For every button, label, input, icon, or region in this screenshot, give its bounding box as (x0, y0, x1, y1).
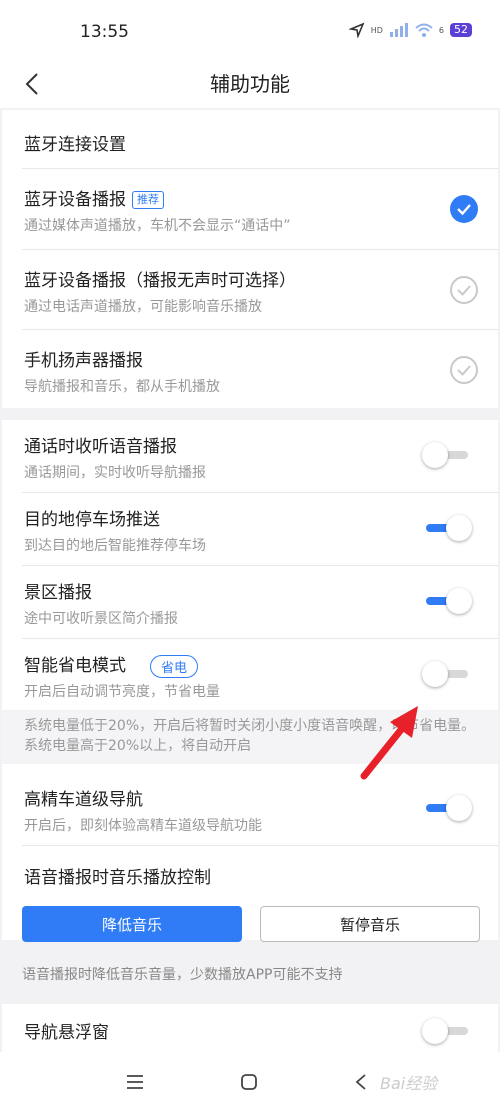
signal-icon (389, 23, 408, 37)
check-unselected-icon[interactable] (450, 276, 478, 304)
check-selected-icon[interactable] (450, 195, 478, 223)
music-control-title: 语音播报时音乐播放控制 (24, 868, 211, 888)
divider (22, 845, 498, 846)
toggle-switch[interactable] (422, 442, 472, 468)
battery-indicator: 52 (450, 23, 472, 37)
settings-section: 通话时收听语音播报 通话期间，实时收听导航播报 目的地停车场推送 到达目的地后智… (2, 420, 498, 942)
status-bar: 13:55 HD 6 52 (0, 0, 500, 60)
toggle-switch[interactable] (422, 515, 472, 541)
system-nav-bar: Bai经验 (0, 1052, 500, 1111)
setting-call-broadcast: 通话时收听语音播报 通话期间，实时收听导航播报 (2, 420, 498, 492)
setting-desc: 通话期间，实时收听导航播报 (24, 465, 206, 481)
location-icon (348, 22, 365, 38)
recommend-badge: 推荐 (132, 191, 164, 209)
setting-title: 导航悬浮窗 (24, 1023, 109, 1043)
back-triangle-icon (355, 1074, 366, 1090)
setting-parking-push: 目的地停车场推送 到达目的地后智能推荐停车场 (2, 493, 498, 565)
setting-desc: 途中可收听景区简介播报 (24, 611, 178, 627)
lower-music-button[interactable]: 降低音乐 (22, 906, 242, 942)
home-nav-button[interactable] (234, 1067, 264, 1097)
option-desc: 通过电话声道播放，可能影响音乐播放 (24, 299, 262, 315)
toggle-switch[interactable] (422, 588, 472, 614)
setting-desc: 到达目的地后智能推荐停车场 (24, 538, 206, 554)
setting-desc: 开启后自动调节亮度，节省电量 (24, 684, 220, 700)
home-square-icon (241, 1074, 257, 1090)
setting-lane-navigation: 高精车道级导航 开启后，即刻体验高精车道级导航功能 (2, 773, 498, 845)
toggle-switch[interactable] (422, 661, 472, 687)
bluetooth-section: 蓝牙连接设置 蓝牙设备播报 推荐 通过媒体声道播放，车机不会显示“通话中” 蓝牙设… (2, 110, 498, 408)
top-nav: 辅助功能 (0, 60, 500, 108)
bluetooth-option-media[interactable]: 蓝牙设备播报 推荐 通过媒体声道播放，车机不会显示“通话中” (2, 169, 498, 249)
signal-sub: 6 (438, 25, 444, 35)
music-hint: 语音播报时降低音乐音量，少数播放APP可能不支持 (22, 967, 343, 983)
status-time: 13:55 (80, 22, 129, 42)
menu-nav-button[interactable] (120, 1067, 150, 1097)
option-title: 蓝牙设备播报 推荐 (24, 185, 164, 210)
option-title: 手机扬声器播报 (24, 351, 143, 371)
back-nav-button[interactable] (346, 1067, 376, 1097)
option-title: 蓝牙设备播报（播报无声时可选择） (24, 271, 296, 291)
option-desc: 导航播报和音乐，都从手机播放 (24, 379, 220, 395)
red-arrow-annotation (360, 706, 418, 780)
setting-scenic-broadcast: 景区播报 途中可收听景区简介播报 (2, 566, 498, 638)
watermark: Bai经验 (380, 1074, 438, 1093)
toggle-switch[interactable] (422, 795, 472, 821)
menu-icon (127, 1075, 143, 1089)
wifi-icon (415, 23, 433, 37)
status-icons: HD 6 52 (348, 22, 472, 38)
setting-title: 智能省电模式 省电 (24, 651, 199, 678)
pause-music-button[interactable]: 暂停音乐 (260, 906, 480, 942)
setting-title: 通话时收听语音播报 (24, 437, 177, 457)
setting-title: 高精车道级导航 (24, 790, 143, 810)
float-window-section: 导航悬浮窗 (2, 1004, 498, 1052)
setting-title: 目的地停车场推送 (24, 510, 160, 530)
section-title: 蓝牙连接设置 (24, 135, 126, 155)
page-title: 辅助功能 (210, 72, 290, 96)
option-desc: 通过媒体声道播放，车机不会显示“通话中” (24, 218, 291, 234)
toggle-switch[interactable] (422, 1018, 472, 1044)
network-label: HD (370, 25, 383, 35)
setting-desc: 开启后，即刻体验高精车道级导航功能 (24, 818, 262, 834)
check-unselected-icon[interactable] (450, 356, 478, 384)
power-saving-badge: 省电 (150, 654, 199, 678)
bluetooth-option-phone[interactable]: 蓝牙设备播报（播报无声时可选择） 通过电话声道播放，可能影响音乐播放 (2, 250, 498, 330)
setting-title: 景区播报 (24, 583, 92, 603)
bluetooth-option-speaker[interactable]: 手机扬声器播报 导航播报和音乐，都从手机播放 (2, 330, 498, 408)
